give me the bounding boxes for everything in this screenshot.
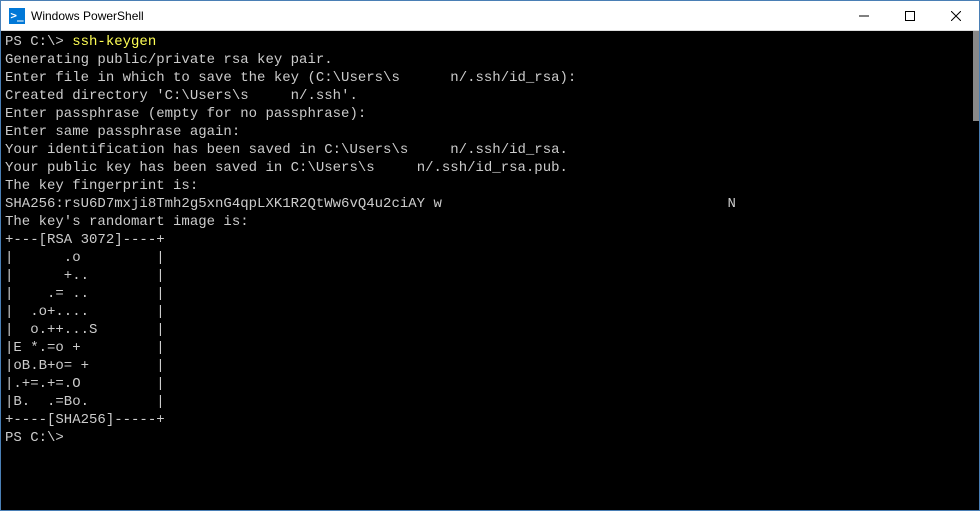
redacted-text: xxxxx — [408, 142, 450, 158]
output-line: N The key's randomart image is: +---[RSA… — [5, 196, 736, 428]
scrollbar-thumb[interactable] — [973, 31, 979, 121]
window-controls — [841, 1, 979, 30]
window-title: Windows PowerShell — [31, 9, 841, 23]
output-line: Generating public/private rsa key pair. … — [5, 52, 400, 86]
redacted-text: xxxxx — [375, 160, 417, 176]
command-text: ssh-keygen — [72, 34, 156, 50]
powershell-icon: >_ — [9, 8, 25, 24]
redacted-text: xxxxxxxxxxxxxxxxxxxxxxxxxxxxxxxxxx — [442, 196, 728, 212]
prompt: PS C:\> — [5, 34, 72, 50]
window: >_ Windows PowerShell PS C:\> ssh-keygen… — [0, 0, 980, 511]
scrollbar[interactable] — [963, 31, 979, 510]
close-button[interactable] — [933, 1, 979, 30]
redacted-text: xxxxx — [249, 88, 291, 104]
prompt: PS C:\> — [5, 430, 64, 446]
titlebar[interactable]: >_ Windows PowerShell — [1, 1, 979, 31]
redacted-text: xxxxxx — [400, 70, 450, 86]
maximize-button[interactable] — [887, 1, 933, 30]
minimize-button[interactable] — [841, 1, 887, 30]
terminal-output[interactable]: PS C:\> ssh-keygen Generating public/pri… — [1, 31, 963, 510]
terminal-area: PS C:\> ssh-keygen Generating public/pri… — [1, 31, 979, 510]
